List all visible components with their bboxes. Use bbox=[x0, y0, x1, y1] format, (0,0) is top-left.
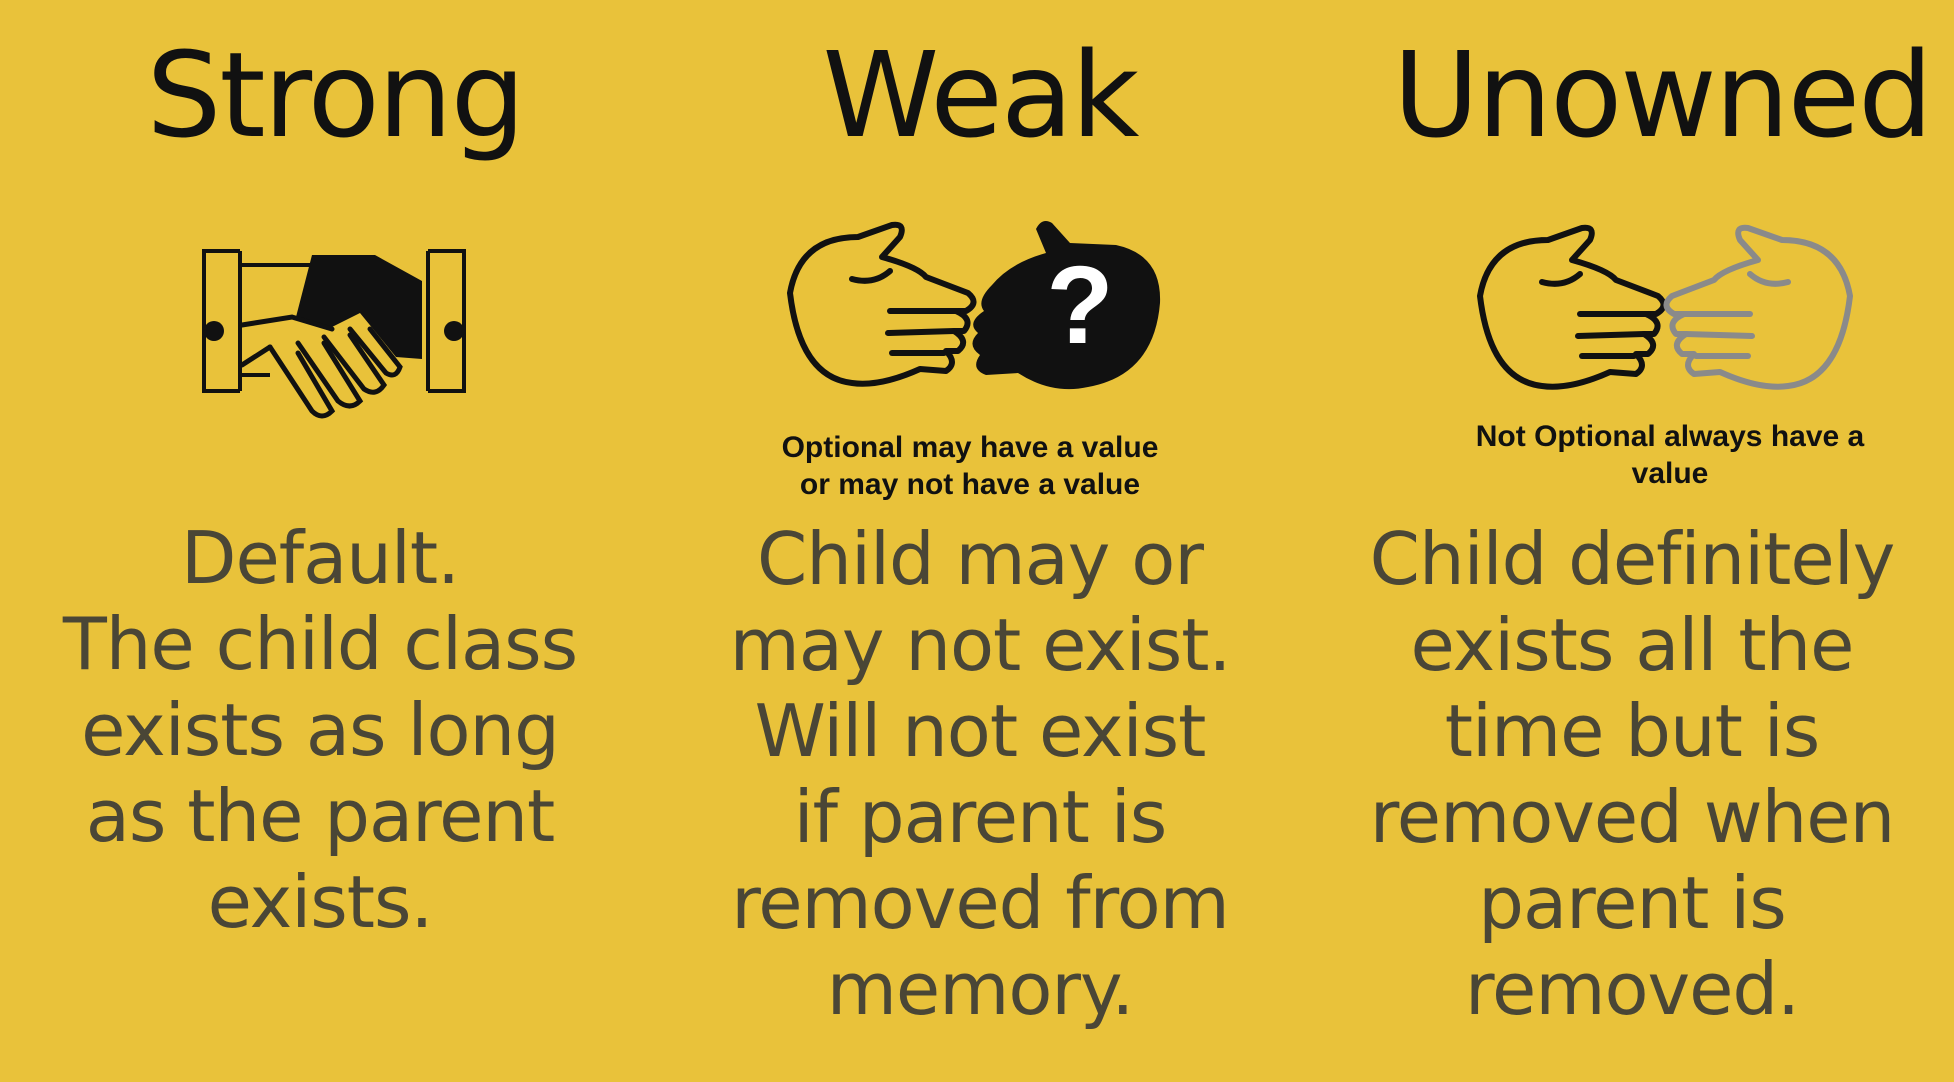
hand-and-question-hand-icon: ? bbox=[770, 215, 1180, 400]
description-line: exists all the bbox=[1410, 603, 1855, 687]
description-line: memory. bbox=[826, 947, 1134, 1031]
description-line: Default. bbox=[181, 516, 460, 600]
strong-description: Default. The child class exists as long … bbox=[0, 515, 640, 945]
description-line: if parent is bbox=[793, 775, 1168, 859]
description-line: removed. bbox=[1465, 947, 1800, 1031]
column-unowned: Unowned Not Optional always have a value bbox=[1290, 0, 1954, 1082]
description-line: Child may or bbox=[757, 517, 1204, 601]
note-line: or may not have a value bbox=[799, 468, 1141, 501]
handshake-icon bbox=[200, 225, 468, 430]
description-line: exists as long bbox=[81, 688, 560, 772]
weak-title: Weak bbox=[822, 26, 1139, 164]
column-strong: Strong Default. The child class exists a… bbox=[0, 0, 650, 1082]
description-line: Will not exist bbox=[754, 689, 1207, 773]
note-line: Not Optional always have a bbox=[1475, 420, 1865, 453]
description-line: as the parent bbox=[85, 774, 556, 858]
unowned-note: Not Optional always have a value bbox=[1450, 418, 1890, 492]
description-line: time but is bbox=[1444, 689, 1821, 773]
description-line: Child definitely bbox=[1369, 517, 1896, 601]
note-line: Optional may have a value bbox=[781, 431, 1159, 464]
hand-and-faded-hand-icon bbox=[1460, 218, 1870, 403]
description-line: The child class bbox=[62, 602, 578, 686]
column-weak: Weak ? Optional may have a value or may … bbox=[650, 0, 1290, 1082]
weak-note: Optional may have a value or may not hav… bbox=[760, 429, 1180, 503]
weak-description: Child may or may not exist. Will not exi… bbox=[670, 516, 1290, 1032]
description-line: removed from bbox=[731, 861, 1230, 945]
strong-title: Strong bbox=[146, 26, 526, 164]
note-line: value bbox=[1631, 457, 1709, 490]
unowned-description: Child definitely exists all the time but… bbox=[1310, 516, 1954, 1032]
unowned-title: Unowned bbox=[1392, 26, 1933, 164]
description-line: may not exist. bbox=[729, 603, 1232, 687]
svg-text:?: ? bbox=[1046, 244, 1113, 367]
description-line: removed when bbox=[1369, 775, 1895, 859]
description-line: exists. bbox=[207, 860, 434, 944]
description-line: parent is bbox=[1478, 861, 1786, 945]
